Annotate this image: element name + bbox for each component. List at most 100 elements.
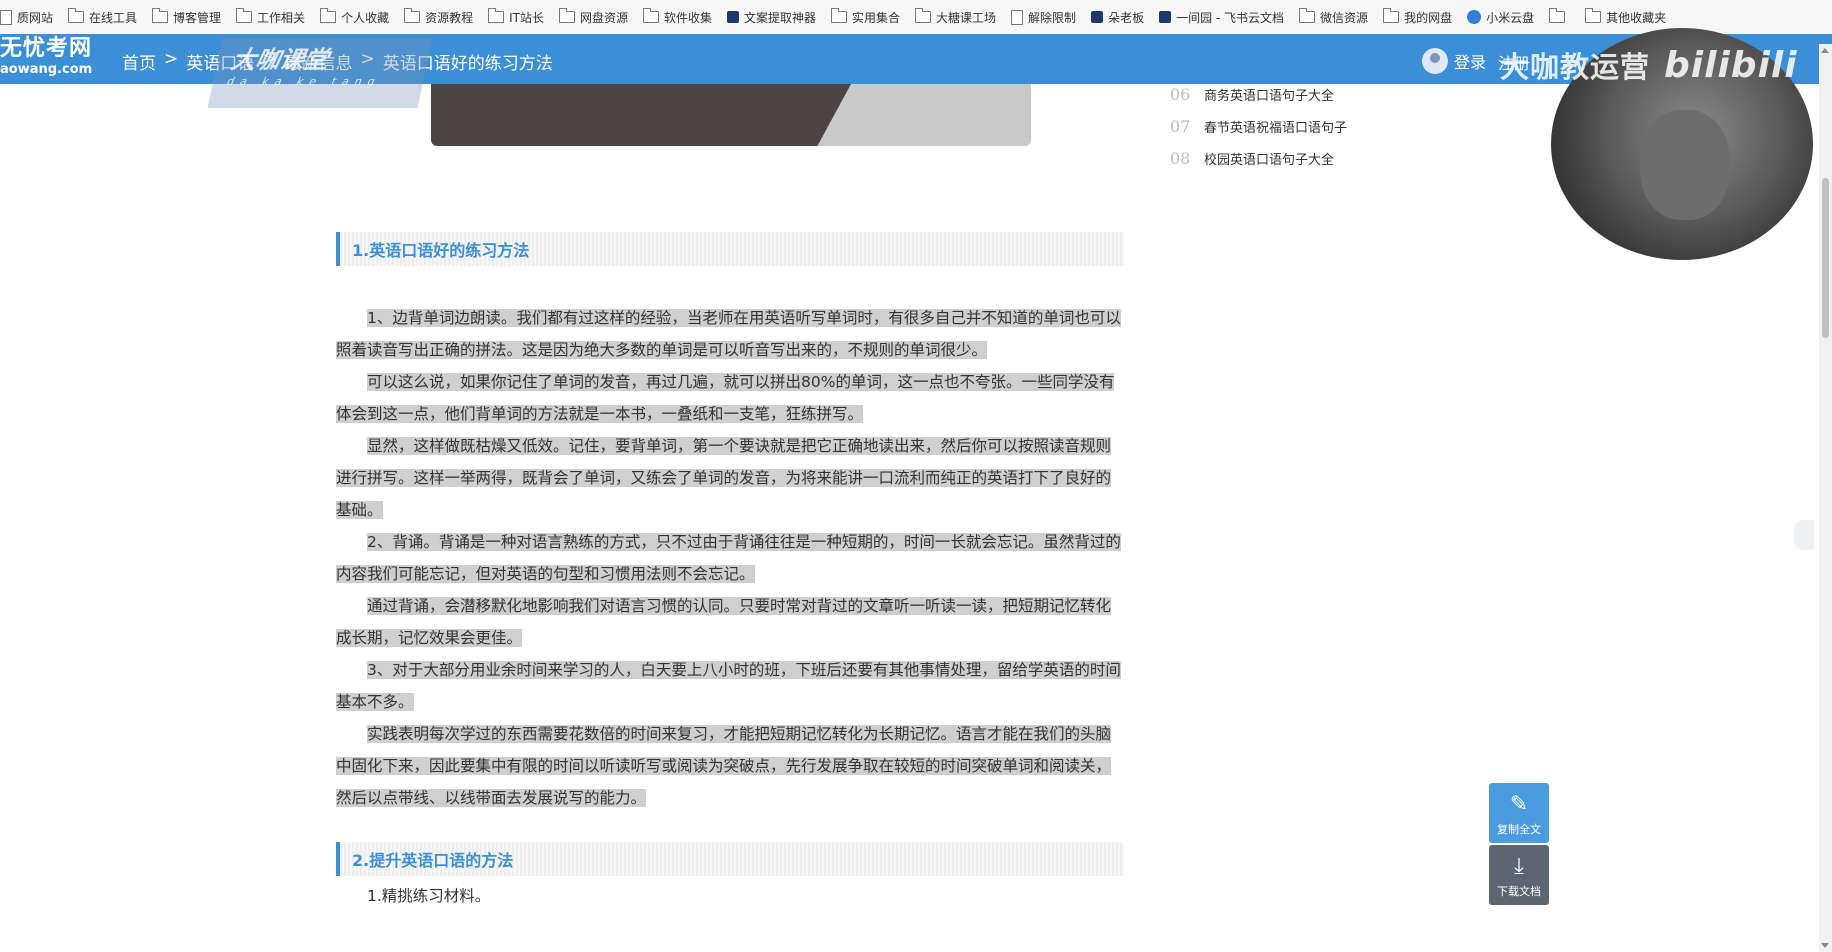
related-article-item[interactable]: 07 春节英语祝福语口语句子 <box>1170 110 1347 142</box>
bookmark-label: 质网站 <box>17 10 54 25</box>
bookmark-item[interactable]: 质网站 <box>0 9 53 26</box>
breadcrumb-separator: > <box>164 49 179 69</box>
folder-icon <box>488 8 505 23</box>
bookmark-label: 网盘资源 <box>579 10 628 25</box>
bookmark-label: 个人收藏 <box>341 10 390 25</box>
related-article-item[interactable]: 08 校园英语口语句子大全 <box>1170 142 1347 174</box>
page-scrollbar[interactable] <box>1819 44 1832 952</box>
bookmark-label: 实用集合 <box>852 10 901 25</box>
bookmark-item[interactable]: 我的网盘 <box>1383 8 1453 26</box>
related-articles-list: 06 商务英语口语句子大全 07 春节英语祝福语口语句子 08 校园英语口语句子… <box>1170 78 1347 174</box>
bookmark-label: 其他收藏夹 <box>1606 10 1667 25</box>
bookmark-item[interactable]: 实用集合 <box>831 8 901 26</box>
bookmark-label: 软件收集 <box>663 10 712 25</box>
bookmark-label: IT站长 <box>509 10 544 25</box>
selected-text: 3、对于大部分用业余时间来学习的人，白天要上八小时的班，下班后还要有其他事情处理… <box>336 661 1121 711</box>
bookmark-item[interactable]: 朵老板 <box>1091 9 1144 26</box>
page-icon <box>1011 9 1024 25</box>
related-article-title[interactable]: 校园英语口语句子大全 <box>1204 149 1334 168</box>
section-heading: 1.英语口语好的练习方法 <box>336 232 1124 266</box>
bookmark-item[interactable]: 文案提取神器 <box>727 9 816 26</box>
scroll-down-arrow-icon[interactable] <box>1821 943 1829 948</box>
bookmark-item[interactable]: 小米云盘 <box>1467 9 1534 26</box>
bookmark-item[interactable]: 大糖课工场 <box>915 8 997 26</box>
login-link[interactable]: 登录 <box>1422 48 1486 74</box>
selected-text: 显然，这样做既枯燥又低效。记住，要背单词，第一个要诀就是把它正确地读出来，然后你… <box>336 437 1112 519</box>
bookmark-item[interactable]: 个人收藏 <box>320 8 390 26</box>
selected-text: 通过背诵，会潜移默化地影响我们对语言习惯的认同。只要时常对背过的文章听一听读一读… <box>336 597 1112 647</box>
folder-icon <box>236 8 253 23</box>
selected-text: 实践表明每次学过的东西需要花数倍的时间来复习，才能把短期记忆转化为长期记忆。语言… <box>336 725 1112 807</box>
bookmark-item[interactable]: 一间园 - 飞书云文档 <box>1159 9 1284 26</box>
bookmark-label: 文案提取神器 <box>744 10 817 25</box>
folder-icon <box>320 8 337 23</box>
bookmark-label: 工作相关 <box>257 10 306 25</box>
folder-icon <box>152 8 169 23</box>
article-image <box>431 84 1031 146</box>
section-heading: 2.提升英语口语的方法 <box>336 842 1124 876</box>
folder-icon <box>1549 8 1566 23</box>
folder-icon <box>404 8 421 23</box>
copy-all-label: 复制全文 <box>1497 823 1541 836</box>
article-body: 1.英语口语好的练习方法 1、边背单词边朗读。我们都有过这样的经验，当老师在用英… <box>336 232 1124 906</box>
article-image-shape <box>431 84 851 146</box>
bookmark-label: 大糖课工场 <box>936 10 997 25</box>
webcam-person <box>1640 110 1730 220</box>
folder-icon <box>642 8 659 23</box>
related-article-number: 07 <box>1170 116 1191 136</box>
bookmarks-bar: 质网站 在线工具 博客管理 工作相关 个人收藏 资源教程 IT站长 网盘资源 软件收集 文案提取神… <box>0 0 1832 35</box>
selected-text: 1、边背单词边朗读。我们都有过这样的经验，当老师在用英语听写单词时，有很多自己并… <box>336 309 1121 359</box>
site-logo[interactable]: 无忧考网 aowang.com <box>0 38 93 77</box>
watermark-left-subtext: da ka ke tang <box>225 75 383 88</box>
bookmark-item[interactable]: 解除限制 <box>1011 9 1076 26</box>
copy-all-button[interactable]: ✎ 复制全文 <box>1489 783 1549 843</box>
article-list-item: 1.精挑练习材料。 <box>367 887 491 905</box>
logo-domain: aowang.com <box>0 62 93 77</box>
folder-icon <box>1383 8 1400 23</box>
bookmark-item[interactable]: 其他收藏夹 <box>1585 8 1667 26</box>
bookmark-label: 朵老板 <box>1108 10 1145 25</box>
scroll-up-arrow-icon[interactable] <box>1821 48 1829 53</box>
bookmark-item[interactable]: 网盘资源 <box>558 8 628 26</box>
bookmark-item[interactable]: 软件收集 <box>642 8 712 26</box>
related-article-item[interactable]: 06 商务英语口语句子大全 <box>1170 78 1347 110</box>
bookmark-item[interactable]: 博客管理 <box>152 8 221 26</box>
bookmark-item[interactable]: 资源教程 <box>404 8 474 26</box>
bookmark-label: 解除限制 <box>1028 10 1077 25</box>
related-article-title[interactable]: 商务英语口语句子大全 <box>1204 85 1334 104</box>
article-paragraph: 可以这么说，如果你记住了单词的发音，再过几遍，就可以拼出80%的单词，这一点也不… <box>336 366 1124 430</box>
folder-icon <box>68 8 85 23</box>
bilibili-logo: bilibili <box>1664 45 1798 86</box>
bookmark-item[interactable]: 在线工具 <box>68 8 138 26</box>
app-icon <box>727 11 739 23</box>
app-icon <box>1091 11 1104 23</box>
article-paragraph: 3、对于大部分用业余时间来学习的人，白天要上八小时的班，下班后还要有其他事情处理… <box>336 654 1124 718</box>
floating-toolbar: ✎ 复制全文 ⤓ 下载文档 <box>1489 783 1549 907</box>
folder-icon <box>915 8 932 23</box>
breadcrumb-home[interactable]: 首页 <box>122 49 156 74</box>
bookmark-item[interactable]: 微信资源 <box>1299 8 1368 26</box>
folder-icon <box>1585 8 1602 23</box>
side-tab[interactable] <box>1794 520 1814 550</box>
selected-paragraphs: 1、边背单词边朗读。我们都有过这样的经验，当老师在用英语听写单词时，有很多自己并… <box>336 302 1124 814</box>
bookmark-label: 我的网盘 <box>1404 10 1453 25</box>
bookmark-item[interactable]: 工作相关 <box>236 8 306 26</box>
bookmark-item[interactable] <box>1549 8 1570 23</box>
bookmark-label: 小米云盘 <box>1486 10 1535 25</box>
cloud-icon <box>1467 10 1482 24</box>
watermark-right-text: 大咖教运营 <box>1500 50 1651 84</box>
watermark-logo-left: 大咖课堂 da ka ke tang <box>207 38 433 108</box>
selected-text: 2、背诵。背诵是一种对语言熟练的方式，只不过由于背诵往往是一种短期的，时间一长就… <box>336 533 1121 583</box>
scrollbar-thumb[interactable] <box>1822 178 1829 338</box>
pen-icon: ✎ <box>1509 792 1529 817</box>
watermark-bilibili: 大咖教运营 bilibili <box>1500 44 1798 86</box>
download-label: 下载文档 <box>1497 885 1541 898</box>
folder-icon <box>558 8 575 23</box>
download-document-button[interactable]: ⤓ 下载文档 <box>1489 845 1549 905</box>
article-paragraph: 通过背诵，会潜移默化地影响我们对语言习惯的认同。只要时常对背过的文章听一听读一读… <box>336 590 1124 654</box>
bookmark-label: 在线工具 <box>89 10 138 25</box>
bookmark-label: 资源教程 <box>425 10 474 25</box>
bookmark-item[interactable]: IT站长 <box>488 8 544 26</box>
article-paragraph: 显然，这样做既枯燥又低效。记住，要背单词，第一个要诀就是把它正确地读出来，然后你… <box>336 430 1124 526</box>
related-article-title[interactable]: 春节英语祝福语口语句子 <box>1204 117 1347 136</box>
